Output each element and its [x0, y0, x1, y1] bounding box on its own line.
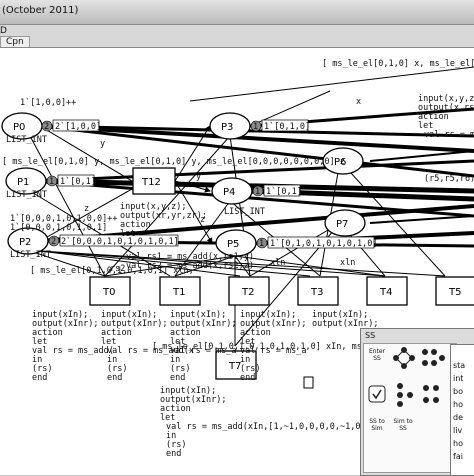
code-t7: input(xIn); output(xInr); action let val… [160, 386, 386, 459]
tab-row: D Cpn [0, 25, 474, 47]
list-item[interactable]: bo [453, 387, 463, 396]
transition-t12[interactable]: T12 [132, 167, 176, 195]
ss-to-sim-tool[interactable]: SS to Sim [366, 418, 388, 442]
svg-text:1: 1 [255, 187, 260, 197]
svg-text:z: z [84, 204, 89, 214]
tab-label-top[interactable]: D [0, 26, 7, 36]
arc-label-top-right: [ ms_le_el[0,1,0] x, ms_le_el[0,1,0] y, [322, 59, 474, 69]
svg-text:1`[0,1,0]: 1`[0,1,0] [264, 121, 310, 132]
svg-text:T4: T4 [379, 287, 392, 298]
transition-t5[interactable]: T5 [435, 276, 474, 306]
graph-tool[interactable] [392, 346, 415, 370]
list-item[interactable]: ho [453, 400, 463, 409]
transition-t2[interactable]: T2 [228, 276, 270, 306]
svg-text:let: let [120, 229, 135, 239]
svg-text:val rs = ms_add(: val rs = ms_add( [32, 346, 114, 356]
graph-icon [393, 347, 415, 369]
init2-p2: 1`[0,0,0,1,0,1,0,1] [10, 222, 107, 233]
svg-text:xln: xln [340, 258, 355, 268]
svg-text:T5: T5 [448, 287, 461, 298]
svg-text:2: 2 [44, 122, 49, 132]
svg-text:2: 2 [51, 237, 56, 247]
sim-to-ss-tool[interactable]: Sim to SS [392, 418, 414, 442]
svg-text:T3: T3 [310, 287, 323, 298]
check-icon [368, 385, 386, 403]
ss-query-list[interactable]: sta int bo ho de liv ho fai [450, 344, 474, 476]
code-t4: input(xIn); output(xInr); [312, 310, 379, 329]
svg-text:xln: xln [270, 258, 285, 268]
transition-t3[interactable]: T3 [297, 276, 339, 306]
title-bar: (October 2011) [0, 0, 474, 25]
list-item[interactable]: sta [453, 361, 465, 370]
svg-text:1`[0,1]: 1`[0,1] [60, 176, 96, 187]
marking-p5: 1 1`[0,1,0,1,0,1,0,1,0] [256, 236, 377, 249]
layout-tool[interactable] [420, 346, 445, 370]
svg-text:P7: P7 [336, 219, 348, 230]
svg-text:1: 1 [253, 122, 258, 132]
nodes-icon [422, 349, 445, 366]
svg-text:1: 1 [259, 239, 264, 249]
marking-p4: 1 1`[0,1] [252, 184, 302, 197]
init-p0: 1`[1,0,0]++ [20, 97, 76, 108]
transition-t0[interactable]: T0 [89, 276, 131, 306]
code-t3: input(xIn); output(xInr); action let val… [240, 310, 307, 383]
svg-text:end: end [166, 449, 181, 459]
svg-text:end: end [32, 373, 47, 383]
svg-text:T12: T12 [141, 177, 161, 188]
list-item[interactable]: fai [453, 452, 463, 461]
svg-text:1: 1 [49, 177, 54, 187]
svg-text:2`[1,0,0]: 2`[1,0,0] [55, 121, 101, 132]
svg-text:end: end [107, 373, 122, 383]
type-p4: LIST_INT [224, 207, 265, 217]
svg-text:y: y [196, 172, 201, 182]
tree-tool[interactable] [392, 382, 414, 407]
svg-text:T2: T2 [241, 287, 254, 298]
svg-text:end: end [170, 373, 185, 383]
place-p4[interactable]: P4 [211, 177, 253, 205]
small-box [303, 376, 314, 389]
enter-ss-tool[interactable]: Enter SS [366, 348, 388, 372]
type-p0: LIST_INT [6, 135, 47, 145]
svg-text:1`[0,1]: 1`[0,1] [266, 186, 302, 197]
svg-text:P4: P4 [223, 187, 235, 198]
list-item[interactable]: int [453, 374, 463, 383]
list-item[interactable]: de [453, 413, 463, 422]
type-p1: LIST_INT [6, 190, 47, 200]
marking-p0: 2 2`[1,0,0] [41, 119, 101, 132]
tree-icon [397, 383, 413, 407]
marking-p2: 2 2`[0,0,0,1,0,1,0,1,0,1] [48, 234, 179, 247]
list-item[interactable]: ho [453, 439, 463, 448]
marking-p1: 1 1`[0,1] [46, 174, 96, 187]
svg-text:P2: P2 [19, 237, 31, 248]
ss-tool-grid: Enter SS SS to Sim Sim to SS [363, 343, 457, 473]
svg-text:end: end [240, 373, 255, 383]
transition-t4[interactable]: T4 [366, 276, 408, 306]
svg-text:P3: P3 [221, 122, 233, 133]
svg-text:x: x [356, 97, 361, 107]
svg-text:1`[0,1,0,1,0,1,0,1,0]: 1`[0,1,0,1,0,1,0,1,0] [270, 238, 377, 249]
svg-text:T0: T0 [102, 287, 115, 298]
svg-text:P0: P0 [13, 122, 25, 133]
transition-t1[interactable]: T1 [159, 276, 201, 306]
grid-tool[interactable] [420, 382, 442, 406]
tab-cpn[interactable]: Cpn [0, 36, 30, 47]
arc-label-mid: [ ms_le_el[0,1,0] y, ms_le_el[0,1,0] y, … [2, 157, 345, 167]
svg-text:P5: P5 [227, 239, 239, 250]
svg-text:y: y [100, 139, 105, 149]
svg-text:val rs2 = ms_add(x,rs2,z): val rs2 = ms_add(x,rs2,z) [126, 261, 254, 271]
ss-palette-title: SS [365, 331, 376, 340]
list-item[interactable]: liv [453, 426, 462, 435]
svg-text:P1: P1 [17, 177, 29, 188]
grid-icon [423, 385, 439, 403]
window-title: (October 2011) [2, 5, 79, 16]
check-tool[interactable] [366, 384, 388, 408]
svg-text:val rs = ms: val rs = ms [424, 130, 474, 140]
place-p7[interactable]: P7 [324, 209, 366, 237]
svg-text:T1: T1 [172, 287, 185, 298]
svg-text:val rs = ms_add(xIn,[1,~1,0,0,: val rs = ms_add(xIn,[1,~1,0,0,0,0,~1,0,0… [166, 422, 386, 432]
svg-text:(r5,r5,r6): (r5,r5,r6) [424, 174, 474, 184]
place-p3[interactable]: P3 [209, 112, 251, 140]
type-p2: LIST_INT [10, 250, 51, 260]
